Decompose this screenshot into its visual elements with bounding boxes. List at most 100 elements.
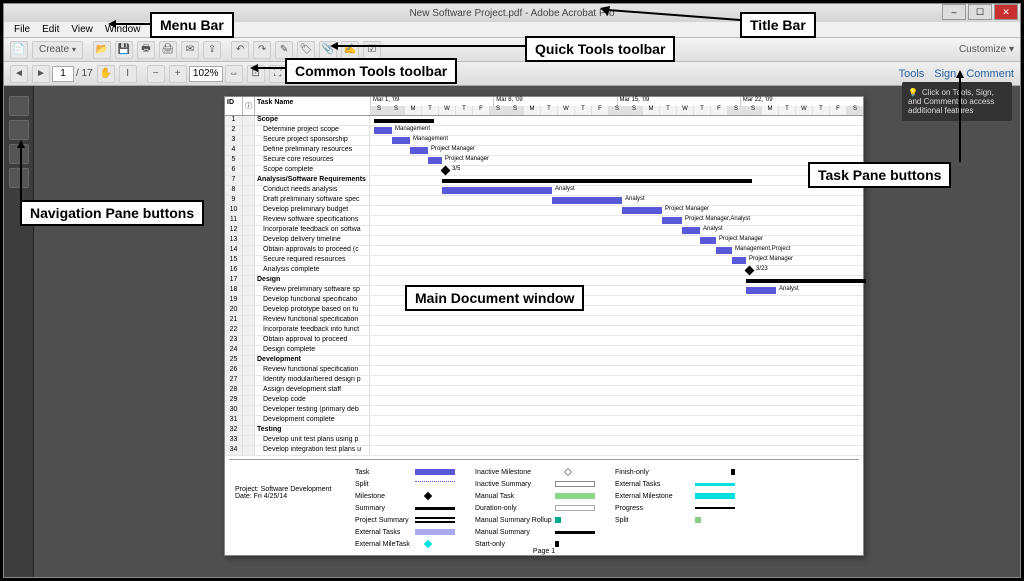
share-icon[interactable]: ⇪ — [203, 41, 221, 59]
save-icon[interactable]: 💾 — [115, 41, 133, 59]
row-info — [243, 236, 255, 245]
callout-menubar: Menu Bar — [150, 12, 234, 38]
gantt-row: 13Develop delivery timelineProject Manag… — [225, 236, 863, 246]
document-area[interactable]: ID ⓘ Task Name Mar 1, '09Mar 8, '09Mar 1… — [34, 86, 1020, 577]
milestone-label: 3/23 — [756, 266, 768, 272]
row-info — [243, 416, 255, 425]
bookmarks-icon[interactable] — [9, 120, 29, 140]
day-header: S — [846, 106, 863, 115]
row-taskname: Assign development staff — [255, 386, 370, 395]
undo-icon[interactable]: ↶ — [231, 41, 249, 59]
bar-label: Project Manager,Analyst — [685, 216, 750, 222]
sign-button[interactable]: Sign — [934, 68, 956, 80]
row-info — [243, 376, 255, 385]
row-id: 20 — [225, 306, 243, 315]
thumbnails-icon[interactable] — [9, 96, 29, 116]
zoom-out-icon[interactable]: − — [147, 65, 165, 83]
gantt-bar — [552, 197, 622, 204]
row-info — [243, 296, 255, 305]
print-icon[interactable]: 🖨 — [159, 41, 177, 59]
maximize-button[interactable]: ☐ — [968, 4, 992, 20]
day-header: M — [523, 106, 540, 115]
gantt-bar — [716, 247, 732, 254]
row-id: 23 — [225, 336, 243, 345]
prev-page-icon[interactable]: ◄ — [10, 65, 28, 83]
row-taskname: Testing — [255, 426, 370, 435]
customize-button[interactable]: Customize ▾ — [959, 44, 1014, 55]
row-info — [243, 176, 255, 185]
row-id: 15 — [225, 256, 243, 265]
legend-label: Task — [355, 469, 415, 476]
day-header: W — [557, 106, 574, 115]
legend-label: External Tasks — [615, 481, 695, 488]
select-tool-icon[interactable]: I — [119, 65, 137, 83]
bar-label: Project Manager — [445, 156, 489, 162]
row-info — [243, 246, 255, 255]
row-chart: Project Manager,Analyst — [370, 216, 863, 225]
create-button[interactable]: Create — [32, 41, 83, 59]
zoom-input[interactable] — [189, 66, 223, 82]
bar-label: Management,Project — [735, 246, 790, 252]
row-taskname: Develop integration test plans u — [255, 446, 370, 455]
row-chart — [370, 396, 863, 405]
row-taskname: Incorporate feedback on softwa — [255, 226, 370, 235]
page-number-input[interactable] — [52, 66, 74, 82]
bar-label: Analyst — [779, 286, 799, 292]
row-id: 18 — [225, 286, 243, 295]
hand-tool-icon[interactable]: ✋ — [97, 65, 115, 83]
legend-label: Summary — [355, 505, 415, 512]
row-chart — [370, 326, 863, 335]
row-chart: Project Manager — [370, 156, 863, 165]
highlight-icon[interactable]: ✎ — [275, 41, 293, 59]
week-header: Mar 1, '09 — [370, 97, 493, 106]
redo-icon[interactable]: ↷ — [253, 41, 271, 59]
row-id: 1 — [225, 116, 243, 125]
week-header: Mar 8, '09 — [493, 97, 616, 106]
row-chart: Analyst — [370, 196, 863, 205]
legend-swatch — [695, 469, 755, 475]
open-icon[interactable]: 📂 — [93, 41, 111, 59]
day-header: W — [676, 106, 693, 115]
minimize-button[interactable]: – — [942, 4, 966, 20]
row-id: 19 — [225, 296, 243, 305]
fit-width-icon[interactable]: ⇔ — [225, 65, 243, 83]
menu-view[interactable]: View — [65, 24, 99, 35]
row-info — [243, 256, 255, 265]
row-info — [243, 186, 255, 195]
day-header: F — [710, 106, 727, 115]
milestone-icon — [745, 266, 755, 276]
email-icon[interactable]: ✉ — [181, 41, 199, 59]
row-taskname: Develop functional specificatio — [255, 296, 370, 305]
row-chart — [370, 436, 863, 445]
menu-edit[interactable]: Edit — [36, 24, 65, 35]
row-info — [243, 426, 255, 435]
day-header: S — [744, 106, 761, 115]
row-id: 34 — [225, 446, 243, 455]
gantt-row: 24Design complete — [225, 346, 863, 356]
page-total-label: / 17 — [76, 68, 93, 79]
zoom-in-icon[interactable]: + — [169, 65, 187, 83]
legend-swatch — [555, 469, 615, 475]
row-chart: Management — [370, 126, 863, 135]
tools-button[interactable]: Tools — [899, 68, 925, 80]
common-tools-toolbar: ◄ ► / 17 ✋ I − + ⇔ ⊡ ⛶ Tools Sign Commen… — [4, 62, 1020, 86]
legend-label: Start-only — [475, 541, 555, 548]
gantt-row: 1Scope — [225, 116, 863, 126]
row-taskname: Develop preliminary budget — [255, 206, 370, 215]
row-chart — [370, 386, 863, 395]
gantt-row: 7Analysis/Software Requirements — [225, 176, 863, 186]
next-page-icon[interactable]: ► — [32, 65, 50, 83]
day-header: M — [642, 106, 659, 115]
row-chart — [370, 366, 863, 375]
comment-button[interactable]: Comment — [966, 68, 1014, 80]
row-chart — [370, 446, 863, 455]
row-info — [243, 226, 255, 235]
row-taskname: Scope complete — [255, 166, 370, 175]
stamp-icon[interactable]: 🏷 — [297, 41, 315, 59]
legend-swatch — [555, 541, 615, 547]
close-button[interactable]: ✕ — [994, 4, 1018, 20]
gantt-row: 31Development complete — [225, 416, 863, 426]
menu-file[interactable]: File — [8, 24, 36, 35]
gantt-row: 14Obtain approvals to proceed (cManageme… — [225, 246, 863, 256]
print-preview-icon[interactable]: 🖶 — [137, 41, 155, 59]
